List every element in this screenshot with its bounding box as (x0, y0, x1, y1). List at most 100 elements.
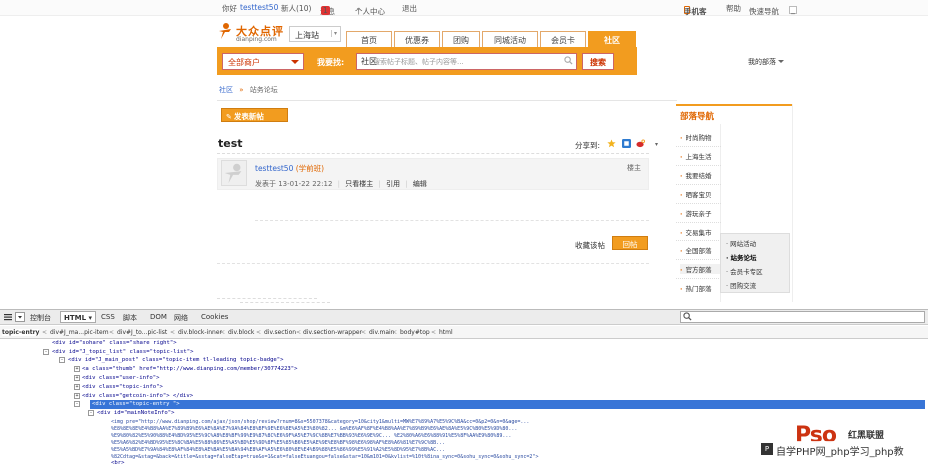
tab-dom[interactable]: DOM (150, 313, 167, 321)
reply-button[interactable]: 回帖 (612, 236, 648, 250)
crumb-separator-icon: < (220, 329, 226, 336)
weibo-share-icon[interactable] (636, 139, 645, 148)
tree-node-selected[interactable]: <div class="topic-entry "> (92, 401, 180, 407)
username-link[interactable]: testtest50 (240, 3, 278, 12)
share-more-chevron-icon[interactable]: ▾ (655, 141, 658, 148)
divider (217, 153, 649, 154)
sidebar-item-national[interactable]: 全国部落 (680, 245, 711, 255)
crumb-item[interactable]: html (439, 329, 453, 336)
minimize-icon[interactable]: _ (789, 6, 797, 14)
tree-node[interactable]: <div class="user-info"> (82, 375, 159, 381)
crumb-item[interactable]: div.block (228, 329, 254, 336)
dianping-logo-icon[interactable] (217, 22, 233, 40)
sidebar-item-official[interactable]: 官方部落 (680, 264, 721, 274)
search-icon (683, 312, 692, 321)
favorite-link[interactable]: 收藏该帖 (575, 240, 605, 251)
submenu-item-site-events[interactable]: 网站活动 (726, 238, 756, 248)
tree-node[interactable]: <div id="sohare" class="share right"> (52, 340, 177, 346)
sidebar-item-baby[interactable]: 晒客宝贝 (680, 189, 711, 199)
divider (676, 184, 721, 185)
tree-node[interactable]: <div id="J_topic_list" class="topic-list… (52, 349, 193, 355)
crumb-item[interactable]: div.section-wrapper (303, 329, 362, 336)
crumb-item[interactable]: div.section (264, 329, 296, 336)
collapse-icon[interactable]: - (74, 401, 80, 407)
inspect-dropdown-icon[interactable] (15, 312, 25, 322)
expand-icon[interactable]: + (74, 366, 80, 372)
nav-tab-membercard[interactable]: 会员卡 (540, 31, 586, 47)
tree-node[interactable]: <a class="thumb" href="http://www.dianpi… (82, 366, 298, 372)
breadcrumb: 社区 » 站务论坛 (219, 85, 278, 95)
greeting-text: 你好 (222, 4, 237, 13)
mobile-label: 手机客 (684, 7, 707, 16)
crumb-separator-icon: < (42, 329, 48, 336)
crumb-item[interactable]: div#J_to...pic-list (117, 329, 167, 336)
topic-title: test (218, 137, 243, 150)
tab-net[interactable]: 网络 (174, 313, 188, 323)
search-placeholder: 搜索帖子标题、帖子内容等... (373, 58, 464, 66)
nav-tab-groupbuy[interactable]: 团购 (442, 31, 480, 47)
sidebar-item-wedding[interactable]: 我要结婚 (680, 170, 711, 180)
collapse-icon[interactable]: - (59, 357, 65, 363)
tree-node[interactable]: <br> (111, 460, 124, 466)
tab-cookies[interactable]: Cookies (201, 313, 228, 321)
sidebar-item-fashion[interactable]: 时尚购物 (680, 132, 711, 142)
help-link[interactable]: 帮助 (726, 3, 741, 14)
chevron-down-icon: ▾ (330, 30, 337, 37)
crumb-item[interactable]: body#top (400, 329, 430, 336)
selected-node-highlight (90, 400, 925, 409)
expand-icon[interactable]: + (74, 393, 80, 399)
collapse-icon[interactable]: - (88, 410, 94, 416)
crumb-item[interactable]: div#J_ma...pic-item (50, 329, 109, 336)
tab-script[interactable]: 脚本 (123, 313, 137, 323)
only-author-link[interactable]: 只看楼主 (345, 180, 373, 188)
star-share-icon[interactable] (607, 139, 616, 148)
tree-node-url-line: %E5%A6%82%E4%BD%95%E5%8C%BA%E5%88%86%E5%… (111, 440, 446, 446)
tree-node[interactable]: <div id="mainNoteInfo"> (97, 410, 174, 416)
search-button[interactable]: 搜索 (582, 53, 614, 70)
tab-css[interactable]: CSS (101, 313, 115, 321)
sidebar-title: 部落导航 (680, 112, 715, 122)
sidebar-item-family-fun[interactable]: 游玩亲子 (680, 208, 711, 218)
chevron-down-icon (778, 60, 784, 63)
tab-console[interactable]: 控制台 (30, 313, 51, 323)
tab-html[interactable]: HTML ▾ (60, 311, 97, 323)
crumb-item[interactable]: topic-entry (2, 329, 40, 336)
nav-tab-home[interactable]: 首页 (346, 31, 392, 47)
menu-icon[interactable] (3, 312, 13, 322)
logout-link[interactable]: 退出 (402, 3, 417, 14)
watermark-badge-icon: P (761, 443, 773, 455)
tree-node[interactable]: <div id="J_main_post" class="topic-item … (68, 357, 284, 363)
tree-node-url-line: %E8%8E%8E%E4%B8%AA%E7%89%B9%E6%AE%8A%E7%… (111, 426, 518, 432)
sidebar-item-shanghai-life[interactable]: 上海生活 (680, 151, 711, 161)
tree-node[interactable]: <div class="topic-info"> (82, 384, 163, 390)
collapse-icon[interactable]: - (43, 349, 49, 355)
category-select[interactable]: 全部商户 (222, 53, 304, 70)
author-name[interactable]: testtest50 (255, 164, 293, 173)
city-selector[interactable]: 上海站 ▾ (289, 26, 341, 42)
edit-link[interactable]: 编辑 (413, 180, 427, 188)
tree-node[interactable]: <div class="getcoin-info"> </div> (82, 393, 193, 399)
expand-icon[interactable]: + (74, 384, 80, 390)
sidebar-item-market[interactable]: 交易集市 (680, 227, 711, 237)
nav-tab-community[interactable]: 社区 (588, 31, 636, 47)
breadcrumb-community[interactable]: 社区 (219, 86, 233, 94)
crumb-item[interactable]: div.main (369, 329, 394, 336)
crumb-item[interactable]: div.block-inner (178, 329, 222, 336)
submenu-item-forum[interactable]: 站务论坛 (726, 252, 756, 262)
devtools-search-input[interactable] (680, 311, 925, 323)
my-tribe-menu[interactable]: 我的部落 (748, 57, 784, 67)
quote-link[interactable]: 引用 (386, 180, 400, 188)
nav-tab-coupons[interactable]: 优惠券 (394, 31, 440, 47)
divider (217, 298, 317, 299)
divider (676, 259, 721, 260)
new-post-button[interactable]: ✎ 发表新帖 (221, 108, 288, 122)
watermark-text: 自学PHP网_php学习_php教 (760, 441, 928, 458)
submenu-item-groupbuy[interactable]: 团购交流 (726, 280, 756, 290)
avatar[interactable] (221, 160, 247, 186)
expand-icon[interactable]: + (74, 375, 80, 381)
qzone-share-icon[interactable] (622, 139, 631, 148)
submenu-item-membercard[interactable]: 会员卡专区 (726, 266, 763, 276)
post-author[interactable]: testtest50 (学前班) (255, 163, 324, 174)
sidebar-item-popular[interactable]: 热门部落 (680, 283, 711, 293)
nav-tab-events[interactable]: 同城活动 (482, 31, 538, 47)
